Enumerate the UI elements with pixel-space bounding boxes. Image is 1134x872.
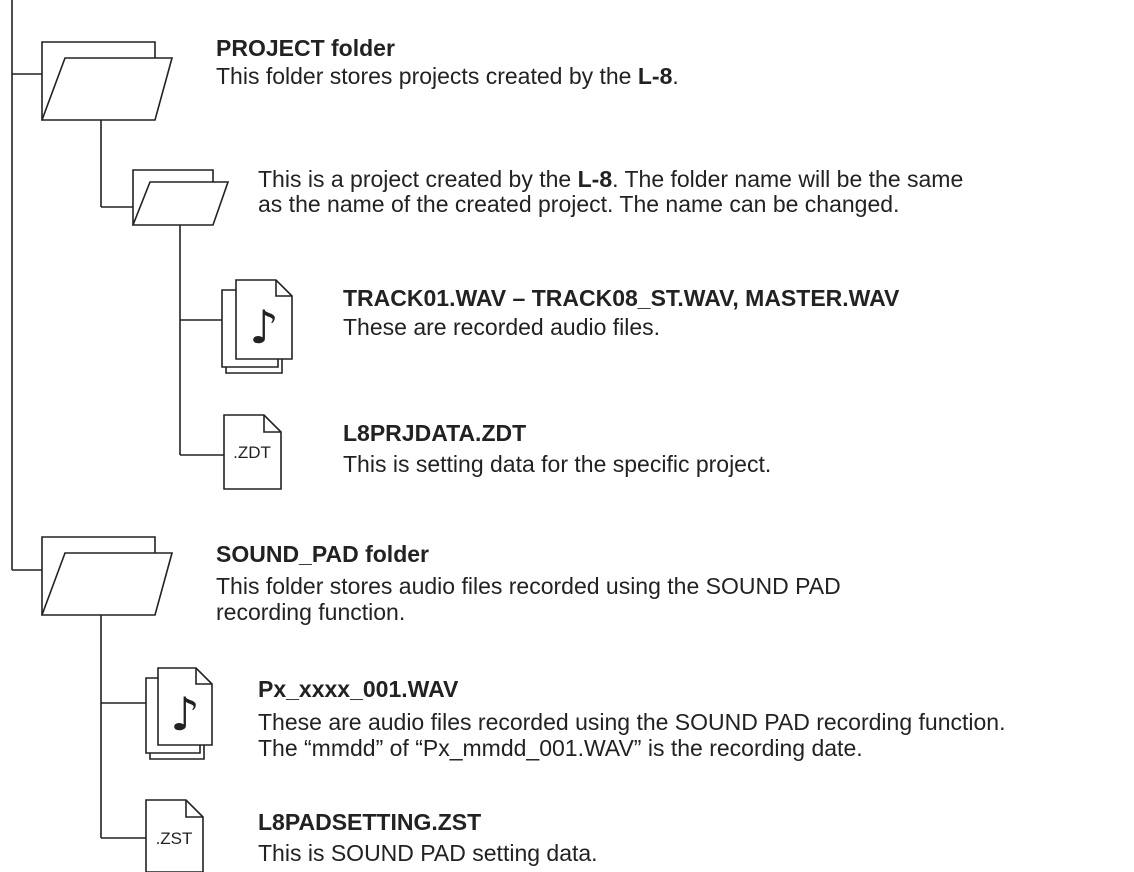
pad-setting-icon-label: .ZST (156, 829, 193, 848)
project-desc-text-end: . The folder name will be the same (612, 166, 964, 192)
device-name: L-8 (577, 166, 613, 192)
sound-pad-folder-title: SOUND_PAD folder (216, 541, 429, 567)
project-desc-text: This is a project created by the (258, 166, 578, 192)
project-subfolder-icon (131, 169, 230, 226)
sound-pad-folder-desc-line1: This folder stores audio files recorded … (216, 573, 841, 599)
sound-pad-folder-desc-line2: recording function. (216, 599, 406, 625)
pad-setting-desc: This is SOUND PAD setting data. (258, 840, 598, 866)
track-note-icon: ♪ (249, 300, 278, 354)
project-folder-icon (40, 41, 174, 121)
pad-files-title: Px_xxxx_001.WAV (258, 676, 459, 702)
pad-setting-title: L8PADSETTING.ZST (258, 809, 482, 835)
project-desc-line1: This is a project created by the L-8. Th… (258, 166, 963, 193)
pad-files-desc-line1: These are audio files recorded using the… (258, 709, 1006, 735)
sound-pad-folder-icon (40, 536, 174, 616)
prj-data-icon-label: .ZDT (233, 443, 271, 462)
pad-note-icon: ♪ (170, 687, 199, 741)
prj-data-title: L8PRJDATA.ZDT (343, 420, 527, 446)
project-folder-desc-text: This folder stores projects created by t… (216, 63, 638, 89)
track-files-title: TRACK01.WAV – TRACK08_ST.WAV, MASTER.WAV (343, 285, 900, 311)
track-files-desc: These are recorded audio files. (343, 314, 661, 340)
device-name: L-8 (637, 63, 673, 89)
project-folder-desc-end: . (672, 63, 679, 89)
project-folder-title: PROJECT folder (216, 35, 395, 61)
project-desc-line2: as the name of the created project. The … (258, 191, 900, 217)
prj-data-desc: This is setting data for the specific pr… (343, 451, 772, 477)
pad-files-desc-line2: The “mmdd” of “Px_mmdd_001.WAV” is the r… (258, 735, 863, 761)
project-folder-desc: This folder stores projects created by t… (216, 63, 679, 90)
